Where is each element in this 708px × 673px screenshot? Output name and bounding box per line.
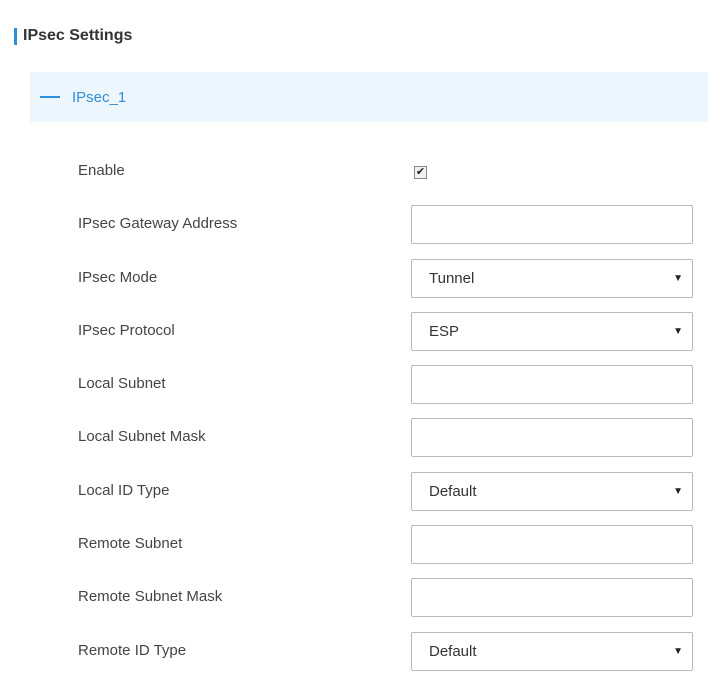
local-subnet-input[interactable]	[411, 365, 693, 404]
gateway-address-label: IPsec Gateway Address	[78, 215, 238, 232]
remote-id-type-row: Remote ID Type Default ▼	[0, 632, 708, 672]
gateway-address-control	[411, 205, 693, 245]
remote-subnet-mask-row: Remote Subnet Mask	[0, 578, 708, 618]
caret-down-icon: ▼	[673, 646, 683, 657]
local-subnet-control	[411, 365, 693, 405]
caret-down-icon: ▼	[673, 273, 683, 284]
section-title: IPsec Settings	[14, 26, 132, 46]
remote-subnet-input[interactable]	[411, 525, 693, 564]
local-id-type-row: Local ID Type Default ▼	[0, 472, 708, 512]
caret-down-icon: ▼	[673, 486, 683, 497]
remote-subnet-control	[411, 525, 693, 565]
protocol-select-value: ESP	[429, 323, 460, 340]
ipsec-group-header[interactable]: IPsec_1	[30, 72, 708, 122]
local-id-type-select-value: Default	[429, 483, 477, 500]
mode-row: IPsec Mode Tunnel ▼	[0, 259, 708, 299]
local-id-type-label: Local ID Type	[78, 482, 170, 499]
local-subnet-mask-input[interactable]	[411, 418, 693, 457]
enable-control: ✔	[411, 152, 693, 192]
mode-label: IPsec Mode	[78, 269, 158, 286]
ipsec-group-label[interactable]: IPsec_1	[72, 89, 126, 106]
local-subnet-mask-label: Local Subnet Mask	[78, 428, 206, 445]
gateway-address-input[interactable]	[411, 205, 693, 244]
remote-subnet-label: Remote Subnet	[78, 535, 183, 552]
local-id-type-control: Default ▼	[411, 472, 693, 512]
enable-label: Enable	[78, 162, 125, 179]
protocol-label: IPsec Protocol	[78, 322, 175, 339]
local-subnet-label: Local Subnet	[78, 375, 166, 392]
remote-subnet-mask-input[interactable]	[411, 578, 693, 617]
title-accent-bar	[14, 27, 17, 45]
remote-id-type-select-value: Default	[429, 643, 477, 660]
protocol-control: ESP ▼	[411, 312, 693, 352]
enable-checkbox[interactable]: ✔	[414, 166, 427, 179]
protocol-row: IPsec Protocol ESP ▼	[0, 312, 708, 352]
local-id-type-select[interactable]: Default ▼	[411, 472, 693, 511]
checkmark-icon: ✔	[415, 166, 426, 178]
mode-control: Tunnel ▼	[411, 259, 693, 299]
caret-down-icon: ▼	[673, 326, 683, 337]
gateway-address-row: IPsec Gateway Address	[0, 205, 708, 245]
remote-id-type-control: Default ▼	[411, 632, 693, 672]
local-subnet-row: Local Subnet	[0, 365, 708, 405]
remote-id-type-label: Remote ID Type	[78, 642, 187, 659]
ipsec-settings-page: IPsec Settings IPsec_1 Enable ✔ IPsec Ga…	[0, 0, 708, 673]
enable-row: Enable ✔	[0, 152, 708, 192]
remote-id-type-select[interactable]: Default ▼	[411, 632, 693, 671]
minus-icon[interactable]	[40, 96, 60, 98]
local-subnet-mask-control	[411, 418, 693, 458]
remote-subnet-row: Remote Subnet	[0, 525, 708, 565]
protocol-select[interactable]: ESP ▼	[411, 312, 693, 351]
mode-select-value: Tunnel	[429, 270, 475, 287]
section-title-text: IPsec Settings	[23, 27, 133, 44]
mode-select[interactable]: Tunnel ▼	[411, 259, 693, 298]
local-subnet-mask-row: Local Subnet Mask	[0, 418, 708, 458]
remote-subnet-mask-label: Remote Subnet Mask	[78, 588, 223, 605]
remote-subnet-mask-control	[411, 578, 693, 618]
